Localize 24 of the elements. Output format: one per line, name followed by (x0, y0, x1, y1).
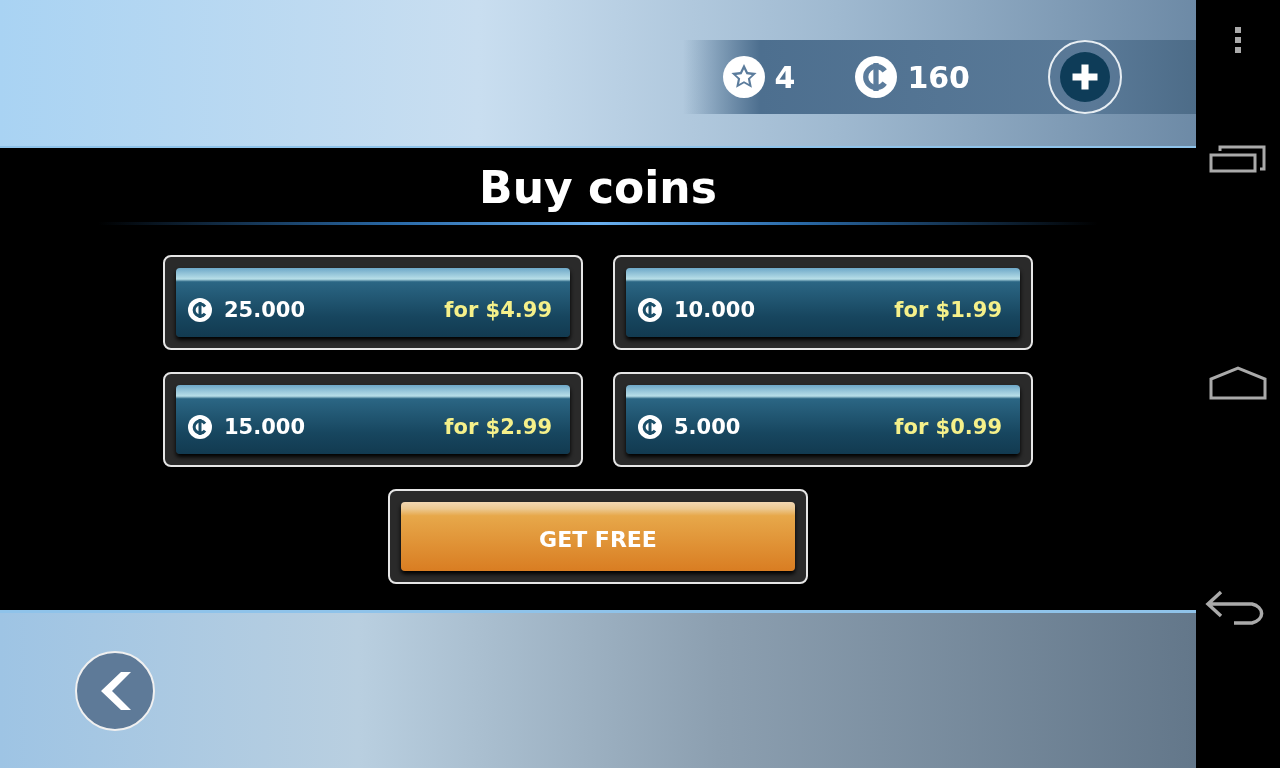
coin-amount: 25.000 (224, 297, 306, 323)
plus-icon (1060, 52, 1110, 102)
coin-pack-button[interactable]: 15.000 for $2.99 (163, 372, 583, 467)
pack-price: for $4.99 (444, 297, 552, 323)
coin-icon (638, 298, 662, 322)
coin-pack-button[interactable]: 5.000 for $0.99 (613, 372, 1033, 467)
coin-pack-button[interactable]: 10.000 for $1.99 (613, 255, 1033, 350)
pack-price: for $0.99 (894, 414, 1002, 440)
coin-pack-button[interactable]: 25.000 for $4.99 (163, 255, 583, 350)
coins-count: 160 (907, 59, 970, 95)
menu-icon[interactable] (1233, 25, 1243, 55)
coin-amount: 15.000 (224, 414, 306, 440)
coin-amount: 10.000 (674, 297, 756, 323)
recent-apps-icon[interactable] (1208, 143, 1268, 175)
coin-icon (855, 56, 898, 98)
pack-price: for $2.99 (444, 414, 552, 440)
coin-icon (188, 415, 212, 439)
coin-icon (188, 298, 212, 322)
pack-price: for $1.99 (894, 297, 1002, 323)
stars-count: 4 (774, 59, 796, 95)
coin-amount: 5.000 (674, 414, 741, 440)
page-title: Buy coins (479, 161, 717, 215)
home-icon[interactable] (1208, 365, 1268, 401)
coin-icon (638, 415, 662, 439)
